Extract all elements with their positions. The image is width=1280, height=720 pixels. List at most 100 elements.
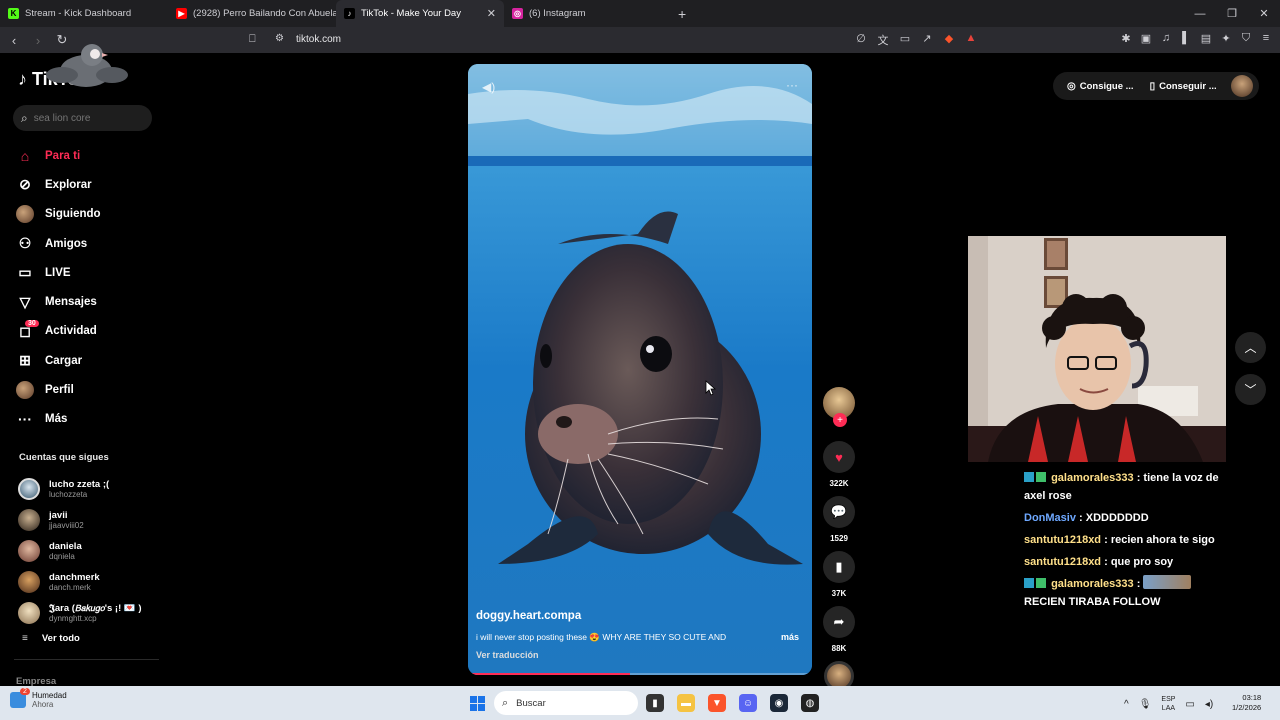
sidebar-item-explorar[interactable]: ⊘ Explorar — [16, 170, 101, 199]
webcam-overlay — [968, 236, 1226, 462]
no-image-icon[interactable]: ∅ — [855, 32, 867, 48]
menu-icon[interactable]: ≡ — [1260, 32, 1272, 45]
chevron-up-icon[interactable]: ^ — [1124, 699, 1129, 710]
video-actions: + ♥ 322K 💬 1529 ▮ 37K ➦ 88K — [822, 387, 856, 695]
tab-instagram[interactable]: ◎ (6) Instagram — [504, 0, 672, 27]
sidebar-item-siguiendo[interactable]: Siguiendo — [16, 200, 101, 229]
brave-rewards-icon[interactable]: ▲ — [965, 32, 977, 48]
weather-widget[interactable]: 2 Humedad Ahora — [10, 688, 67, 709]
translate-icon[interactable]: 文 — [877, 32, 889, 48]
badge-icon — [1024, 472, 1034, 482]
search-input[interactable] — [33, 112, 134, 124]
minimize-icon[interactable]: — — [1184, 8, 1216, 20]
brave-browser-icon[interactable]: ▼ — [708, 694, 726, 712]
next-video-button[interactable]: ﹀ — [1235, 374, 1266, 405]
like-button[interactable]: ♥ 322K — [822, 441, 856, 492]
chat-username[interactable]: galamorales333 — [1051, 472, 1134, 484]
chat-message: galamorales333 : tiene la voz de axel ro… — [1024, 469, 1224, 505]
coin-icon: ◎ — [1067, 80, 1076, 92]
video-progress-bar[interactable] — [468, 673, 812, 675]
ai-icon[interactable]: ✦ — [1220, 32, 1232, 45]
badge-icon — [1024, 578, 1034, 588]
chat-username[interactable]: galamorales333 — [1051, 578, 1134, 590]
chat-username[interactable]: DonMasiv — [1024, 512, 1076, 524]
file-explorer-icon[interactable]: ▬ — [677, 694, 695, 712]
sidebar-item-amigos[interactable]: ⚇ Amigos — [16, 229, 101, 258]
bookmark-icon[interactable]: ⎕ — [249, 33, 256, 46]
taskbar-search[interactable]: ⌕ Buscar — [494, 691, 638, 715]
more-options-icon[interactable]: ··· — [786, 78, 798, 92]
list-item[interactable]: 𝕵ara (𝘉𝘢𝘬𝘶𝘨𝘰's ¡! 💌 ) dynmghtt.xcp — [18, 597, 142, 628]
list-item[interactable]: javii jjaavviii02 — [18, 505, 142, 536]
list-item[interactable]: daniela dqniela — [18, 536, 142, 567]
site-settings-icon[interactable]: ⚙ — [275, 33, 284, 44]
new-tab-icon[interactable]: + — [678, 6, 686, 22]
tab-title: Stream - Kick Dashboard — [25, 8, 132, 19]
wallet-icon[interactable]: ▤ — [1200, 32, 1212, 45]
see-all-link[interactable]: ≡ Ver todo — [22, 633, 80, 644]
back-icon[interactable]: ‹ — [4, 33, 24, 48]
screenshot-icon[interactable]: ▣ — [1140, 32, 1152, 45]
sidebar-item-para-ti[interactable]: ⌂ Para ti — [16, 141, 101, 170]
task-view-icon[interactable]: ▮ — [646, 694, 664, 712]
steam-icon[interactable]: ◉ — [770, 694, 788, 712]
chat-message: DonMasiv : XDDDDDDD — [1024, 509, 1224, 527]
network-icon[interactable]: ▭ — [1185, 699, 1194, 710]
microphone-icon[interactable]: 🎙 — [1139, 699, 1152, 710]
time: 03:18 — [1242, 693, 1262, 702]
follow-plus-icon[interactable]: + — [833, 413, 847, 427]
stream-chat: galamorales333 : tiene la voz de axel ro… — [1024, 469, 1224, 615]
obs-icon[interactable]: ◍ — [801, 694, 819, 712]
profile-avatar[interactable] — [1230, 75, 1253, 97]
tab-tiktok[interactable]: ♪ TikTok - Make Your Day ✕ — [336, 0, 504, 27]
previous-video-button[interactable]: ︿ — [1235, 332, 1266, 363]
video-player[interactable]: ◀) ··· doggy.heart.compa i will never st… — [468, 64, 812, 675]
video-username[interactable]: doggy.heart.compa — [476, 610, 581, 622]
close-window-icon[interactable]: ✕ — [1248, 7, 1280, 20]
vpn-icon[interactable]: ⛉ — [1240, 32, 1252, 45]
chat-text: RECIEN TIRABA FOLLOW — [1024, 596, 1161, 608]
save-button[interactable]: ▮ 37K — [822, 551, 856, 602]
get-coins-button[interactable]: ◎ Consigue ... — [1059, 81, 1142, 92]
sidebar-item-perfil[interactable]: Perfil — [16, 375, 101, 404]
caption-more-link[interactable]: más — [781, 632, 799, 642]
tab-kick[interactable]: K Stream - Kick Dashboard — [0, 0, 168, 27]
music-icon[interactable]: ♫ — [1160, 32, 1172, 45]
sidebar-item-cargar[interactable]: ⊞ Cargar — [16, 346, 101, 375]
share-button[interactable]: ➦ 88K — [822, 606, 856, 657]
chat-message: galamorales333 : RECIEN TIRABA FOLLOW — [1024, 575, 1224, 611]
clock[interactable]: 03:18 1/2/2026 — [1232, 693, 1261, 713]
chat-username[interactable]: santutu1218xd — [1024, 556, 1101, 568]
sidebar-icon[interactable]: ▌ — [1180, 32, 1192, 45]
sidebar-item-mas[interactable]: ··· Más — [16, 405, 101, 434]
chat-username[interactable]: santutu1218xd — [1024, 534, 1101, 546]
share-icon[interactable]: ↗ — [921, 32, 933, 48]
mute-icon[interactable]: ◀) — [482, 80, 495, 94]
cast-icon[interactable]: ▭ — [899, 32, 911, 48]
brave-shield-icon[interactable]: ◆ — [943, 32, 955, 48]
volume-icon[interactable]: ◂) — [1205, 699, 1213, 710]
account-user: luchozzeta — [49, 490, 88, 500]
sidebar-item-actividad[interactable]: ◻ 30 Actividad — [16, 317, 101, 346]
start-button[interactable] — [470, 696, 485, 711]
following-avatar-icon — [16, 205, 34, 224]
close-tab-icon[interactable]: ✕ — [487, 7, 496, 20]
share-count: 88K — [831, 644, 847, 653]
url-field[interactable]: tiktok.com — [296, 34, 341, 45]
list-item[interactable]: danchmerk danch.merk — [18, 566, 142, 597]
sidebar-item-mensajes[interactable]: ▽ Mensajes — [16, 287, 101, 316]
sidebar-item-live[interactable]: ▭ LIVE — [16, 258, 101, 287]
get-app-button[interactable]: ▯ Conseguir ... — [1142, 81, 1225, 92]
top-actions: ◎ Consigue ... ▯ Conseguir ... — [1053, 72, 1259, 100]
comment-button[interactable]: 💬 1529 — [822, 496, 856, 547]
translate-link[interactable]: Ver traducción — [476, 650, 539, 660]
restore-icon[interactable]: ❐ — [1216, 7, 1248, 20]
search-bar[interactable]: ⌕ — [13, 105, 152, 131]
list-item[interactable]: lucho zzeta ;(luchozzeta — [18, 474, 142, 505]
author-avatar-button[interactable]: + — [822, 387, 856, 437]
language-indicator[interactable]: ESP LAA — [1161, 695, 1175, 713]
extensions-icon[interactable]: ✱ — [1120, 32, 1132, 45]
tab-youtube[interactable]: ▶ (2928) Perro Bailando Con Abuela N — [168, 0, 336, 27]
list-icon: ≡ — [22, 633, 28, 644]
discord-icon[interactable]: ☺ — [739, 694, 757, 712]
